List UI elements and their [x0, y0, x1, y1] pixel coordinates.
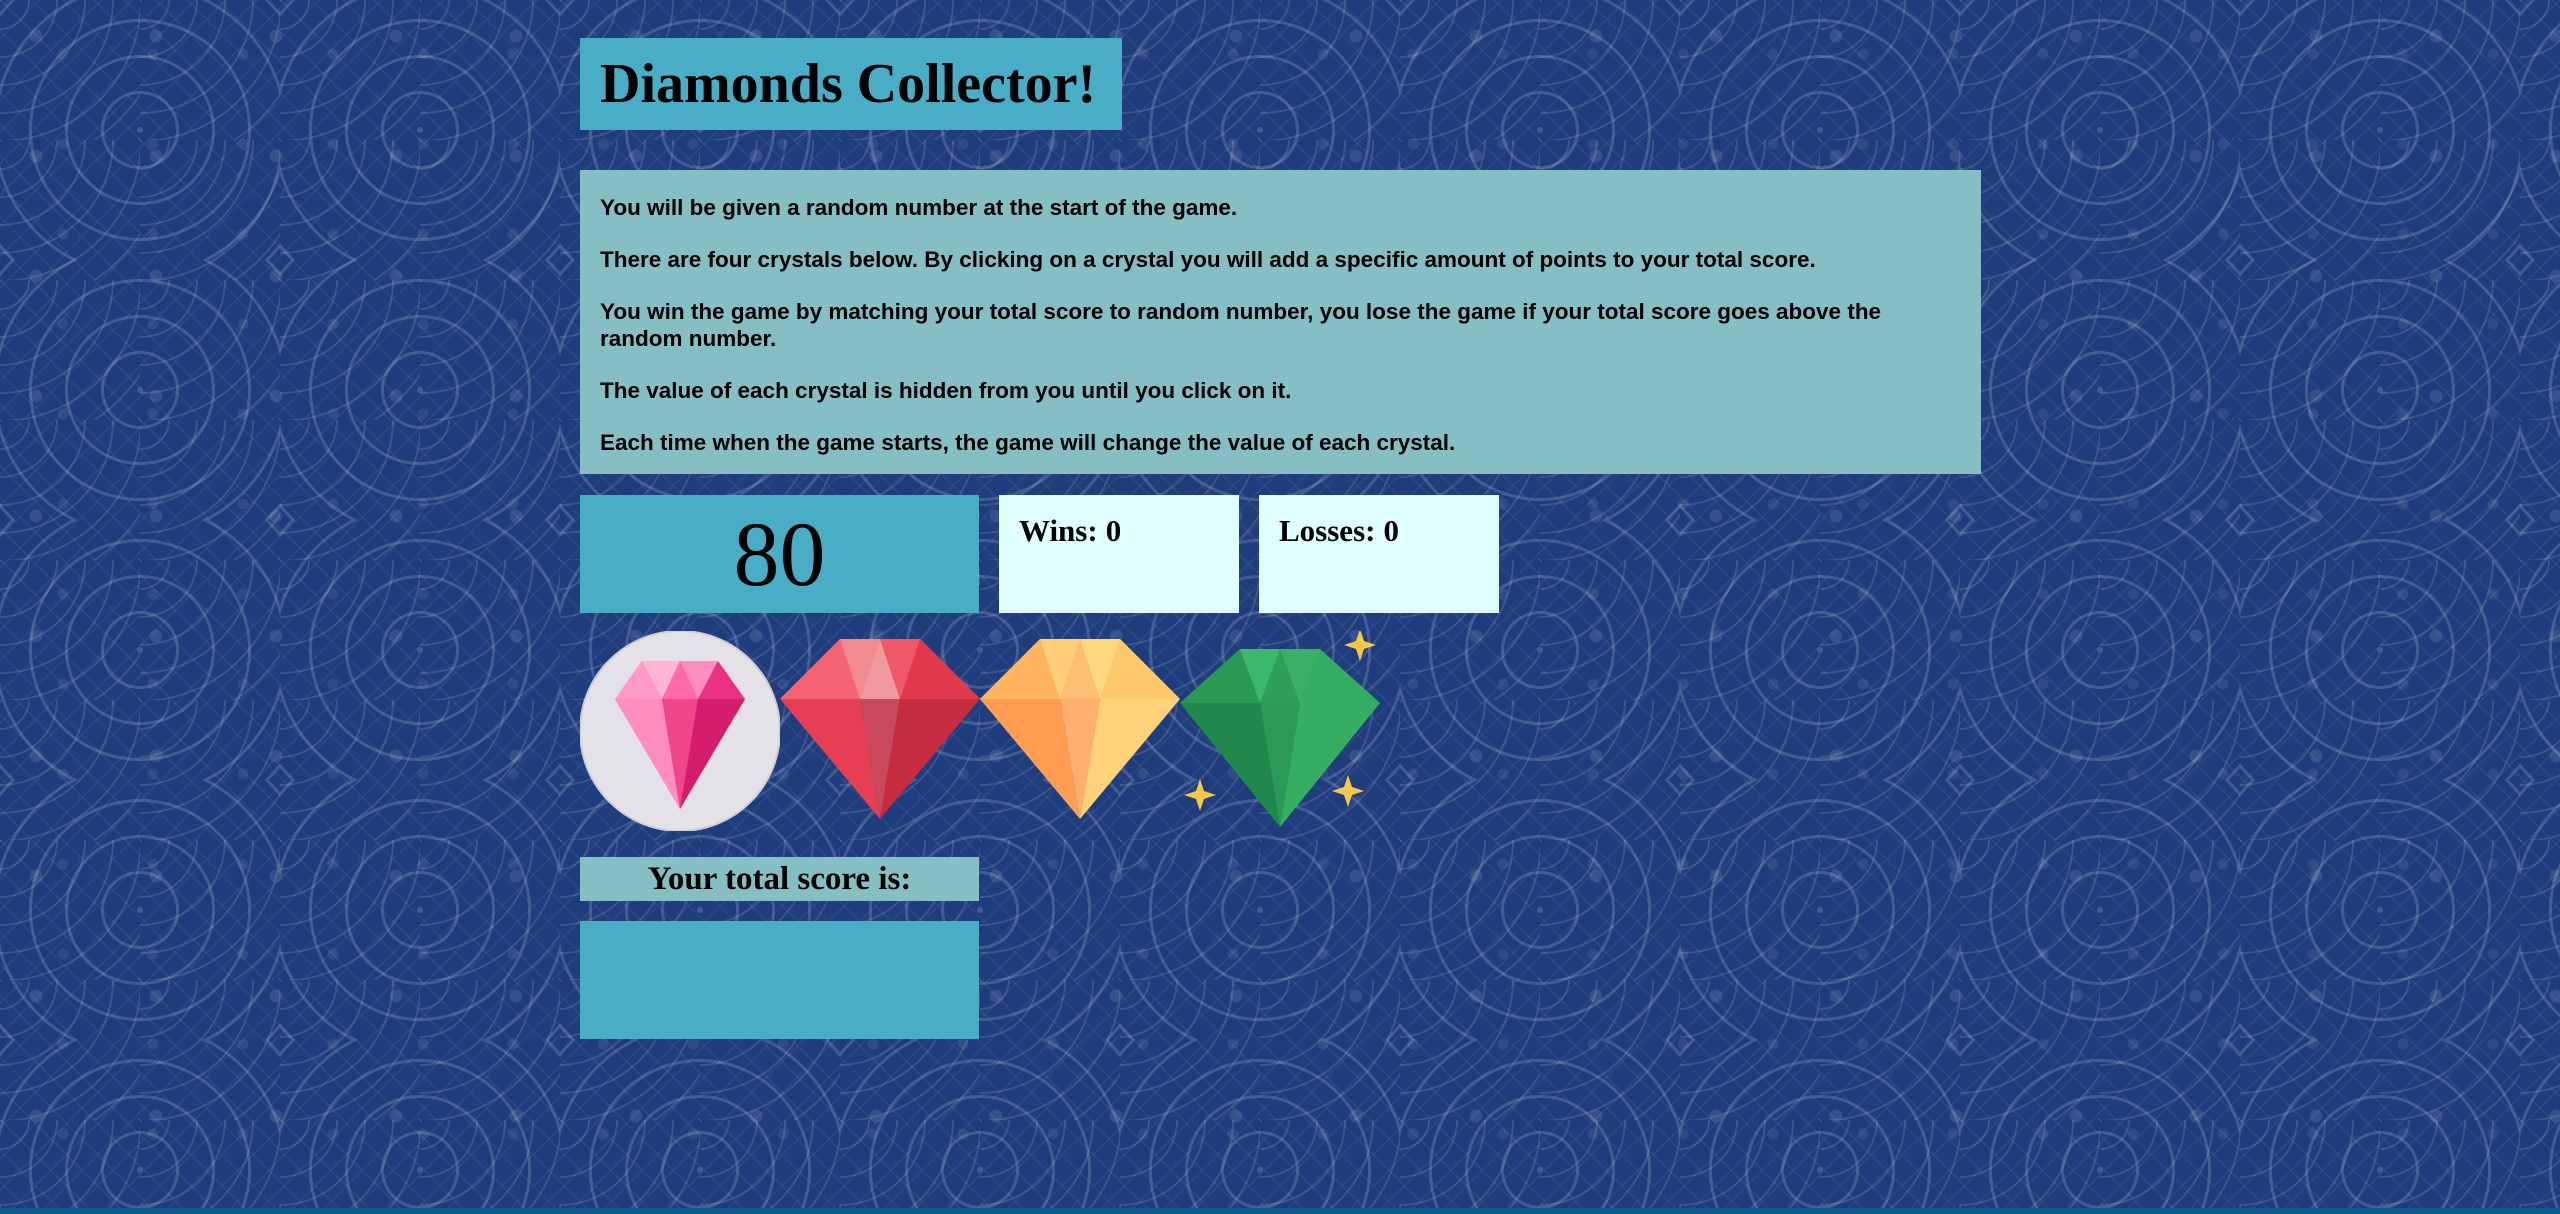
- losses-label: Losses:: [1279, 513, 1376, 548]
- wins-label: Wins:: [1019, 513, 1098, 548]
- game-title: Diamonds Collector!: [580, 38, 1123, 130]
- stats-row: 80 Wins: 0 Losses: 0: [580, 495, 1981, 613]
- total-score-label: Your total score is:: [580, 857, 979, 901]
- green-diamond-icon: [1180, 631, 1380, 827]
- game-container: Diamonds Collector! You will be given a …: [580, 38, 1981, 1039]
- crystal-button-1[interactable]: [580, 631, 780, 831]
- crystal-button-3[interactable]: [980, 631, 1180, 831]
- red-diamond-icon: [780, 639, 980, 819]
- orange-diamond-icon: [980, 639, 1180, 819]
- crystal-button-4[interactable]: [1180, 631, 1380, 831]
- wins-count: 0: [1105, 513, 1122, 548]
- random-number: 80: [580, 495, 979, 613]
- pink-diamond-icon: [580, 631, 780, 831]
- crystal-button-2[interactable]: [780, 631, 980, 831]
- instruction-4: The value of each crystal is hidden from…: [600, 378, 1292, 403]
- instruction-3: You win the game by matching your total …: [600, 299, 1882, 351]
- instruction-1: You will be given a random number at the…: [600, 195, 1238, 220]
- wins-box: Wins: 0: [999, 495, 1239, 613]
- bottom-bar: [0, 1208, 2560, 1214]
- losses-box: Losses: 0: [1259, 495, 1499, 613]
- instructions-panel: You will be given a random number at the…: [580, 170, 1981, 474]
- instruction-2: There are four crystals below. By clicki…: [600, 247, 1816, 272]
- losses-count: 0: [1383, 513, 1399, 548]
- crystal-row: [580, 631, 1981, 831]
- instruction-5: Each time when the game starts, the game…: [600, 430, 1456, 455]
- total-score-value: [580, 921, 979, 1039]
